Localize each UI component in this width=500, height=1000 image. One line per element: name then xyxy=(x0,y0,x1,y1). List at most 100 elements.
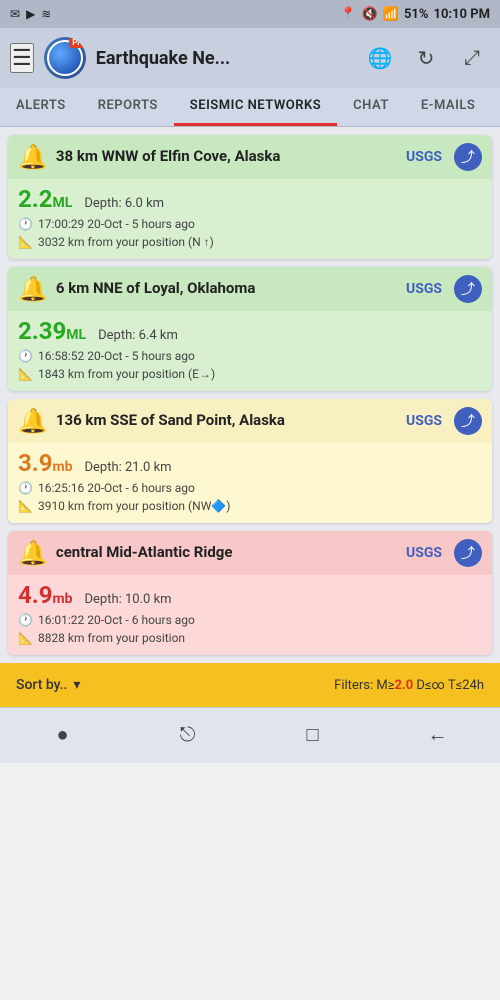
globe-button[interactable]: 🌐 xyxy=(362,40,398,76)
eq-distance-3: 📐 3910 km from your position (NW🔷) xyxy=(18,499,482,513)
mute-icon: 🔇 xyxy=(362,7,378,22)
tab-emails[interactable]: E-MAILS xyxy=(405,88,491,126)
eq-magnitude-row-2: 2.39ML Depth: 6.4 km xyxy=(18,317,482,345)
eq-location-4: central Mid-Atlantic Ridge xyxy=(56,543,398,563)
earthquake-card-1[interactable]: 🔔 38 km WNW of Elfin Cove, Alaska USGS ⤴… xyxy=(8,135,492,259)
eq-distance-2: 📐 1843 km from your position (E→) xyxy=(18,367,482,381)
system-nav-bar: ● ⎋ □ ← xyxy=(0,707,500,763)
clock-icon-2: 🕐 xyxy=(18,349,33,363)
compass-icon-1: 📐 xyxy=(18,235,33,249)
play-icon: ▶ xyxy=(26,7,35,21)
expand-icon: ⤢ xyxy=(464,47,480,70)
menu-button[interactable]: ☰ xyxy=(10,43,34,73)
overview-nav-button[interactable]: □ xyxy=(291,714,335,758)
eq-card-body-3: 3.9mb Depth: 21.0 km 🕐 16:25:16 20-Oct -… xyxy=(8,443,492,523)
eq-share-1[interactable]: ⤴ xyxy=(454,143,482,171)
message-icon: ✉ xyxy=(10,7,20,21)
eq-magnitude-row-1: 2.2ML Depth: 6.0 km xyxy=(18,185,482,213)
eq-depth-1: Depth: 6.0 km xyxy=(84,196,164,211)
back-icon: ← xyxy=(428,724,448,747)
eq-magnitude-2: 2.39 xyxy=(18,317,66,345)
sort-by-label: Sort by.. xyxy=(16,677,67,693)
eq-time-text-2: 16:58:52 20-Oct - 5 hours ago xyxy=(38,349,195,363)
eq-share-4[interactable]: ⤴ xyxy=(454,539,482,567)
eq-card-header-4: 🔔 central Mid-Atlantic Ridge USGS ⤴ xyxy=(8,531,492,575)
bottom-filter-bar: Sort by.. ▾ Filters: M≥2.0 D≤∞ T≤24h xyxy=(0,663,500,707)
eq-source-2: USGS xyxy=(406,281,442,297)
status-bar: ✉ ▶ ≋ 📍 🔇 📶 51% 10:10 PM xyxy=(0,0,500,28)
eq-magnitude-3: 3.9 xyxy=(18,449,53,477)
eq-distance-1: 📐 3032 km from your position (N ↑) xyxy=(18,235,482,249)
app-header: ☰ Pro Earthquake Ne... 🌐 ↻ ⤢ xyxy=(0,28,500,88)
eq-share-2[interactable]: ⤴ xyxy=(454,275,482,303)
compass-icon-4: 📐 xyxy=(18,631,33,645)
location-icon: 📍 xyxy=(340,7,356,22)
clock-icon-3: 🕐 xyxy=(18,481,33,495)
eq-time-4: 🕐 16:01:22 20-Oct - 6 hours ago xyxy=(18,613,482,627)
eq-location-1: 38 km WNW of Elfin Cove, Alaska xyxy=(56,147,398,167)
compass-icon-2: 📐 xyxy=(18,367,33,381)
tab-seismic-networks[interactable]: SEISMIC NETWORKS xyxy=(174,88,337,126)
tab-alerts[interactable]: ALERTS xyxy=(0,88,82,126)
eq-mag-type-3: mb xyxy=(53,459,73,475)
sort-dropdown-icon: ▾ xyxy=(73,677,80,693)
earthquake-card-4[interactable]: 🔔 central Mid-Atlantic Ridge USGS ⤴ 4.9m… xyxy=(8,531,492,655)
compass-icon-3: 📐 xyxy=(18,499,33,513)
tab-chat[interactable]: CHAT xyxy=(337,88,405,126)
status-right-info: 📍 🔇 📶 51% 10:10 PM xyxy=(340,7,490,22)
eq-magnitude-row-4: 4.9mb Depth: 10.0 km xyxy=(18,581,482,609)
battery-level: 51% xyxy=(404,7,429,22)
overview-icon: □ xyxy=(306,724,318,747)
eq-card-header-3: 🔔 136 km SSE of Sand Point, Alaska USGS … xyxy=(8,399,492,443)
eq-time-2: 🕐 16:58:52 20-Oct - 5 hours ago xyxy=(18,349,482,363)
hamburger-icon: ☰ xyxy=(12,45,32,70)
app-title: Earthquake Ne... xyxy=(96,48,352,69)
eq-source-3: USGS xyxy=(406,413,442,429)
wifi-icon: 📶 xyxy=(383,7,399,22)
eq-depth-2: Depth: 6.4 km xyxy=(98,328,178,343)
filter-text: Filters: M≥2.0 D≤∞ T≤24h xyxy=(334,678,484,693)
earthquake-card-2[interactable]: 🔔 6 km NNE of Loyal, Oklahoma USGS ⤴ 2.3… xyxy=(8,267,492,391)
earthquake-card-3[interactable]: 🔔 136 km SSE of Sand Point, Alaska USGS … xyxy=(8,399,492,523)
signal-icon: ≋ xyxy=(41,7,51,21)
recent-nav-button[interactable]: ⎋ xyxy=(166,714,210,758)
eq-distance-4: 📐 8828 km from your position xyxy=(18,631,482,645)
eq-card-header-1: 🔔 38 km WNW of Elfin Cove, Alaska USGS ⤴ xyxy=(8,135,492,179)
eq-time-3: 🕐 16:25:16 20-Oct - 6 hours ago xyxy=(18,481,482,495)
eq-share-3[interactable]: ⤴ xyxy=(454,407,482,435)
home-nav-button[interactable]: ● xyxy=(41,714,85,758)
eq-depth-4: Depth: 10.0 km xyxy=(84,592,171,607)
eq-source-4: USGS xyxy=(406,545,442,561)
eq-card-body-2: 2.39ML Depth: 6.4 km 🕐 16:58:52 20-Oct -… xyxy=(8,311,492,391)
eq-magnitude-1: 2.2 xyxy=(18,185,53,213)
earthquake-icon-1: 🔔 xyxy=(18,143,48,171)
eq-mag-type-1: ML xyxy=(53,195,73,211)
refresh-button[interactable]: ↻ xyxy=(408,40,444,76)
filter-prefix: Filters: M≥ xyxy=(334,678,394,693)
filter-magnitude: 2.0 xyxy=(394,678,413,693)
status-left-icons: ✉ ▶ ≋ xyxy=(10,7,51,21)
back-nav-button[interactable]: ← xyxy=(416,714,460,758)
tab-reports[interactable]: REPORTS xyxy=(82,88,174,126)
eq-card-body-1: 2.2ML Depth: 6.0 km 🕐 17:00:29 20-Oct - … xyxy=(8,179,492,259)
eq-location-2: 6 km NNE of Loyal, Oklahoma xyxy=(56,279,398,299)
eq-distance-text-2: 1843 km from your position (E→) xyxy=(38,367,215,381)
eq-magnitude-4: 4.9 xyxy=(18,581,53,609)
eq-time-text-4: 16:01:22 20-Oct - 6 hours ago xyxy=(38,613,195,627)
eq-time-text-3: 16:25:16 20-Oct - 6 hours ago xyxy=(38,481,195,495)
eq-time-1: 🕐 17:00:29 20-Oct - 5 hours ago xyxy=(18,217,482,231)
eq-mag-type-2: ML xyxy=(66,327,86,343)
tab-bar: ALERTS REPORTS SEISMIC NETWORKS CHAT E-M… xyxy=(0,88,500,127)
clock: 10:10 PM xyxy=(434,7,491,22)
filter-suffix: D≤∞ T≤24h xyxy=(413,678,484,693)
earthquake-icon-3: 🔔 xyxy=(18,407,48,435)
expand-button[interactable]: ⤢ xyxy=(454,40,490,76)
earthquake-list: 🔔 38 km WNW of Elfin Cove, Alaska USGS ⤴… xyxy=(0,127,500,663)
home-icon: ● xyxy=(56,724,68,747)
sort-by-button[interactable]: Sort by.. ▾ xyxy=(16,677,80,693)
clock-icon-4: 🕐 xyxy=(18,613,33,627)
eq-source-1: USGS xyxy=(406,149,442,165)
app-logo: Pro xyxy=(44,37,86,79)
eq-location-3: 136 km SSE of Sand Point, Alaska xyxy=(56,411,398,431)
eq-depth-3: Depth: 21.0 km xyxy=(84,460,171,475)
